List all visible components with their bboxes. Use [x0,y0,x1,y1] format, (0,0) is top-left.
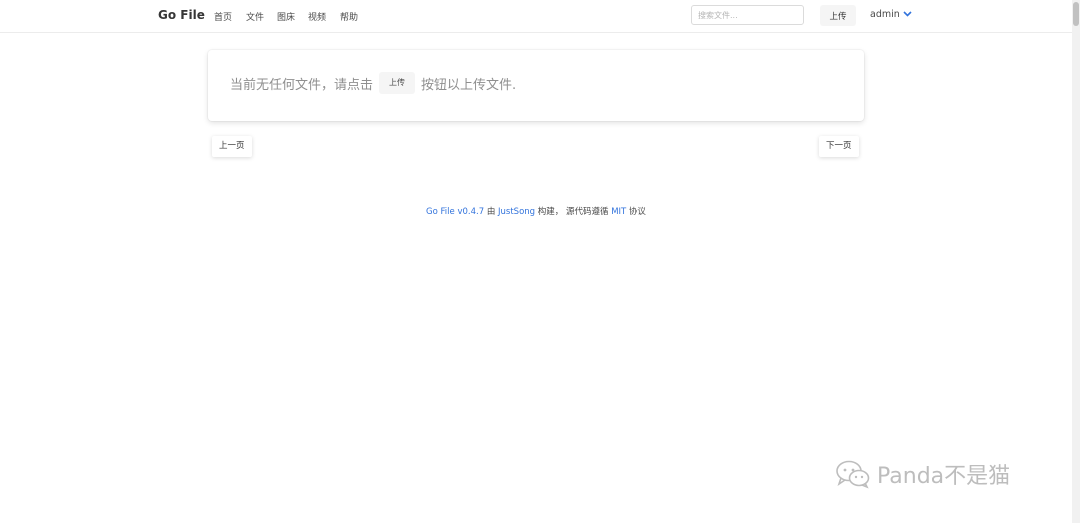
nav-item-home[interactable]: 首页 [214,10,232,23]
footer-author-link[interactable]: JustSong [498,207,535,217]
footer-license-link[interactable]: MIT [611,207,626,217]
wechat-icon [836,460,870,489]
footer: Go File v0.4.7 由 JustSong 构建， 源代码遵循 MIT … [0,205,1072,217]
prev-page-button[interactable]: 上一页 [212,136,252,157]
notice-suffix: 按钮以上传文件. [421,77,517,93]
watermark: Panda不是猫 [835,458,1010,490]
scrollbar[interactable] [1072,0,1080,523]
empty-files-card: 当前无任何文件，请点击 上传 按钮以上传文件. [208,50,864,121]
navbar: Go File 首页 文件 图床 视频 帮助 上传 admin [0,0,1072,33]
watermark-text: Panda不是猫 [877,464,1011,489]
empty-notice: 当前无任何文件，请点击 上传 按钮以上传文件. [230,72,516,94]
inline-upload-button[interactable]: 上传 [379,72,416,94]
nav-item-videos[interactable]: 视频 [308,10,326,23]
nav-item-files[interactable]: 文件 [246,10,264,23]
user-menu[interactable]: admin [870,9,900,20]
notice-prefix: 当前无任何文件，请点击 [230,77,374,93]
nav-item-images[interactable]: 图床 [277,10,295,23]
chevron-down-icon[interactable] [903,11,912,17]
next-page-button[interactable]: 下一页 [819,136,859,157]
footer-by-text: 由 [484,207,499,217]
upload-button[interactable]: 上传 [820,5,856,26]
search-input[interactable] [691,5,804,25]
footer-app-link[interactable]: Go File v0.4.7 [426,207,484,217]
footer-built-text: 构建， 源代码遵循 [535,207,612,217]
footer-license-suffix: 协议 [626,207,646,217]
scrollbar-thumb[interactable] [1073,2,1079,26]
nav-item-help[interactable]: 帮助 [340,10,358,23]
brand-logo[interactable]: Go File [158,8,205,22]
